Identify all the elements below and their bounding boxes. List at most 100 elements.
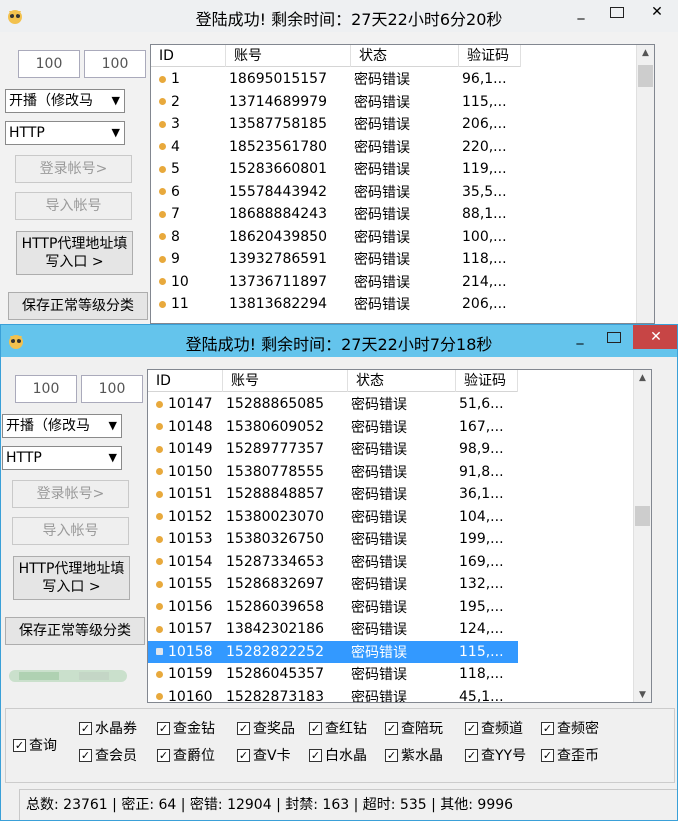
cell-text: 206,... bbox=[462, 296, 507, 313]
option-checkbox[interactable]: ✓ 查会员 bbox=[79, 745, 137, 765]
close-button[interactable]: ✕ bbox=[633, 325, 677, 349]
check-icon: ✓ bbox=[541, 748, 554, 762]
cell-status: 密码错误 bbox=[351, 69, 459, 89]
scroll-up-icon[interactable]: ▲ bbox=[634, 370, 651, 387]
mode-select[interactable]: 开播（修改马 ▼ bbox=[5, 89, 125, 113]
table-row[interactable]: 10158 15282822252 密码错误 115,... bbox=[148, 640, 518, 663]
table-row[interactable]: 10153 15380326750 密码错误 199,... bbox=[148, 528, 518, 551]
table-row[interactable]: 10 13736711897 密码错误 214,... bbox=[151, 271, 521, 294]
table-row[interactable]: 10149 15289777357 密码错误 98,9... bbox=[148, 438, 518, 461]
proxy-type-select[interactable]: HTTP ▼ bbox=[5, 121, 125, 145]
account-table[interactable]: ID 账号 状态 验证码 1 18695015157 密码错误 96,1... 2 137… bbox=[150, 44, 655, 324]
option-checkbox[interactable]: ✓ 紫水晶 bbox=[385, 745, 443, 765]
option-label: 水晶券 bbox=[95, 721, 137, 737]
thread-count-input[interactable]: 100 bbox=[15, 375, 77, 403]
cell-status: 密码错误 bbox=[348, 574, 456, 594]
cell-id: 10148 bbox=[148, 419, 223, 435]
option-checkbox[interactable]: ✓ 查爵位 bbox=[157, 745, 215, 765]
table-row[interactable]: 10148 15380609052 密码错误 167,... bbox=[148, 416, 518, 439]
table-row[interactable]: 6 15578443942 密码错误 35,5... bbox=[151, 181, 521, 204]
thread-count-input[interactable]: 100 bbox=[18, 50, 80, 78]
option-checkbox[interactable]: ✓ 查金钻 bbox=[157, 718, 215, 738]
table-row[interactable]: 10154 15287334653 密码错误 169,... bbox=[148, 551, 518, 574]
cell-text: 199,... bbox=[459, 531, 504, 548]
table-row[interactable]: 11 13813682294 密码错误 206,... bbox=[151, 293, 521, 316]
table-row[interactable]: 10156 15286039658 密码错误 195,... bbox=[148, 596, 518, 619]
option-checkbox[interactable]: ✓ 查频密 bbox=[541, 718, 599, 738]
column-id[interactable]: ID bbox=[148, 370, 223, 392]
option-label: 查V卡 bbox=[253, 748, 291, 764]
table-row[interactable]: 10160 15282873183 密码错误 45,1... bbox=[148, 686, 518, 702]
import-account-button[interactable]: 导入帐号 bbox=[12, 517, 129, 545]
maximize-button[interactable] bbox=[599, 325, 629, 349]
table-row[interactable]: 10155 15286832697 密码错误 132,... bbox=[148, 573, 518, 596]
proxy-type-value: HTTP bbox=[6, 450, 42, 466]
table-row[interactable]: 1 18695015157 密码错误 96,1... bbox=[151, 68, 521, 91]
proxy-address-button[interactable]: HTTP代理地址填写入口 > bbox=[16, 231, 133, 275]
proxy-type-select[interactable]: HTTP ▼ bbox=[2, 446, 122, 470]
row-status-dot-icon bbox=[159, 143, 166, 151]
save-level-button[interactable]: 保存正常等级分类 bbox=[8, 292, 148, 320]
login-account-button[interactable]: 登录帐号> bbox=[12, 480, 129, 508]
minimize-button[interactable]: _ bbox=[566, 0, 596, 24]
column-code[interactable]: 验证码 bbox=[459, 45, 521, 67]
option-checkbox[interactable]: ✓ 查奖品 bbox=[237, 718, 295, 738]
table-row[interactable]: 7 18688884243 密码错误 88,1... bbox=[151, 203, 521, 226]
row-status-dot-icon bbox=[156, 468, 163, 476]
option-checkbox[interactable]: ✓ 查V卡 bbox=[237, 745, 291, 765]
import-account-button[interactable]: 导入帐号 bbox=[15, 192, 132, 220]
option-checkbox[interactable]: ✓ 查YY号 bbox=[465, 745, 526, 765]
cell-code: 220,... bbox=[459, 139, 521, 155]
account-table[interactable]: ID 账号 状态 验证码 10147 15288865085 密码错误 51,6...… bbox=[147, 369, 652, 703]
cell-id: 5 bbox=[151, 161, 226, 177]
option-checkbox[interactable]: ✓ 水晶券 bbox=[79, 718, 137, 738]
table-row[interactable]: 4 18523561780 密码错误 220,... bbox=[151, 136, 521, 159]
table-row[interactable]: 5 15283660801 密码错误 119,... bbox=[151, 158, 521, 181]
vertical-scrollbar[interactable]: ▲ bbox=[636, 45, 654, 323]
table-row[interactable]: 10147 15288865085 密码错误 51,6... bbox=[148, 393, 518, 416]
minimize-button[interactable]: _ bbox=[565, 325, 595, 349]
option-checkbox[interactable]: ✓ 查红钻 bbox=[309, 718, 367, 738]
vertical-scrollbar[interactable]: ▲ ▼ bbox=[633, 370, 651, 702]
scroll-down-icon[interactable]: ▼ bbox=[634, 687, 651, 702]
cell-account: 15288848857 bbox=[223, 486, 348, 502]
column-account[interactable]: 账号 bbox=[226, 45, 351, 67]
cell-code: 91,8... bbox=[456, 464, 518, 480]
scroll-up-icon[interactable]: ▲ bbox=[637, 45, 654, 62]
login-account-button[interactable]: 登录帐号> bbox=[15, 155, 132, 183]
column-status[interactable]: 状态 bbox=[351, 45, 459, 67]
cell-text: 15288865085 bbox=[226, 396, 324, 413]
table-row[interactable]: 8 18620439850 密码错误 100,... bbox=[151, 226, 521, 249]
option-checkbox[interactable]: ✓ 查歪币 bbox=[541, 745, 599, 765]
column-status[interactable]: 状态 bbox=[348, 370, 456, 392]
save-level-button[interactable]: 保存正常等级分类 bbox=[5, 617, 145, 645]
table-row[interactable]: 10151 15288848857 密码错误 36,1... bbox=[148, 483, 518, 506]
column-account[interactable]: 账号 bbox=[223, 370, 348, 392]
mode-select[interactable]: 开播（修改马 ▼ bbox=[2, 414, 122, 438]
table-row[interactable]: 10152 15380023070 密码错误 104,... bbox=[148, 506, 518, 529]
scroll-thumb[interactable] bbox=[635, 506, 650, 526]
delay-input[interactable]: 100 bbox=[81, 375, 143, 403]
option-checkbox[interactable]: ✓ 查陪玩 bbox=[385, 718, 443, 738]
query-checkbox[interactable]: ✓ 查询 bbox=[13, 735, 57, 755]
chevron-down-icon: ▼ bbox=[111, 126, 120, 139]
table-row[interactable]: 9 13932786591 密码错误 118,... bbox=[151, 248, 521, 271]
delay-input[interactable]: 100 bbox=[84, 50, 146, 78]
table-row[interactable]: 2 13714689979 密码错误 115,... bbox=[151, 91, 521, 114]
option-checkbox[interactable]: ✓ 白水晶 bbox=[309, 745, 367, 765]
option-checkbox[interactable]: ✓ 查频道 bbox=[465, 718, 523, 738]
table-row[interactable]: 10159 15286045357 密码错误 118,... bbox=[148, 663, 518, 686]
title-bar[interactable]: 登陆成功! 剩余时间：27天22小时7分18秒 _ ✕ bbox=[1, 325, 677, 357]
cell-account: 13932786591 bbox=[226, 251, 351, 267]
close-button[interactable]: ✕ bbox=[636, 0, 678, 24]
scroll-thumb[interactable] bbox=[638, 65, 653, 87]
maximize-button[interactable] bbox=[602, 0, 632, 24]
title-bar[interactable]: 登陆成功! 剩余时间：27天22小时6分20秒 _ ✕ bbox=[0, 0, 678, 32]
table-row[interactable]: 3 13587758185 密码错误 206,... bbox=[151, 113, 521, 136]
table-row[interactable]: 10157 13842302186 密码错误 124,... bbox=[148, 618, 518, 641]
proxy-address-button[interactable]: HTTP代理地址填写入口 > bbox=[13, 556, 130, 600]
cell-text: 10154 bbox=[168, 553, 213, 570]
table-row[interactable]: 10150 15380778555 密码错误 91,8... bbox=[148, 461, 518, 484]
column-id[interactable]: ID bbox=[151, 45, 226, 67]
column-code[interactable]: 验证码 bbox=[456, 370, 518, 392]
